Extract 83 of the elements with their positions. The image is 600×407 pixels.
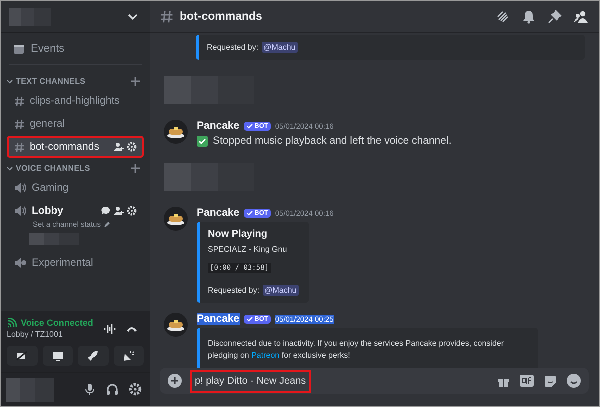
check-icon	[246, 316, 253, 322]
signal-icon	[7, 318, 17, 328]
camera-off-button[interactable]	[7, 346, 38, 366]
channel-name: bot-commands	[30, 141, 100, 153]
speaker-icon	[14, 182, 27, 194]
chevron-down-icon[interactable]	[7, 80, 13, 84]
channel-name: Gaming	[32, 182, 70, 194]
patreon-link[interactable]: Patreon	[252, 351, 280, 360]
pancake-avatar[interactable]	[164, 313, 188, 337]
pencil-icon[interactable]	[104, 222, 110, 228]
settings-icon[interactable]	[129, 383, 142, 396]
check-emoji-icon	[197, 136, 208, 146]
pin-icon[interactable]	[548, 10, 562, 24]
check-icon	[246, 124, 253, 128]
gif-icon[interactable]	[520, 375, 534, 387]
hash-icon	[14, 118, 25, 130]
settings-icon[interactable]	[127, 142, 137, 152]
category-header[interactable]: VOICE CHANNELS	[16, 164, 90, 173]
message-text: Stopped music playback and left the voice channel.	[213, 135, 452, 147]
channel-item[interactable]: bot-commands	[7, 136, 144, 158]
requested-label: Requested by:	[207, 43, 259, 52]
embed-title: Now Playing	[208, 229, 268, 240]
members-icon[interactable]	[574, 10, 589, 24]
voice-status: Voice Connected	[21, 318, 94, 328]
stage-icon	[14, 257, 27, 269]
embed-description: Disconnected due to inactivity. If you enjoy the services Pancake provides, consider pledging on Patreon for exclusive perks!	[208, 338, 506, 362]
screen-share-button[interactable]	[42, 346, 73, 366]
channel-name: Lobby	[32, 205, 64, 217]
channel-item[interactable]: Lobby	[7, 200, 144, 222]
input-value: p! play Ditto - New Jeans	[190, 370, 312, 392]
chevron-down-icon	[128, 14, 138, 20]
voice-location[interactable]: Lobby / TZ1001	[7, 330, 94, 339]
author-name[interactable]: Pancake	[197, 313, 240, 325]
check-icon	[246, 210, 253, 216]
requested-label: Requested by:	[208, 286, 260, 295]
pancake-avatar[interactable]	[164, 207, 188, 231]
channel-item[interactable]: general	[7, 113, 144, 135]
user-mention[interactable]: @Machu	[262, 42, 298, 53]
hash-icon	[14, 96, 25, 106]
chat-bubble-icon[interactable]	[101, 206, 111, 216]
headphones-icon[interactable]	[106, 383, 119, 396]
rocket-icon	[87, 350, 100, 362]
hash-icon	[14, 142, 25, 152]
channel-item[interactable]: Experimental	[7, 252, 144, 274]
hash-icon	[160, 10, 174, 24]
bell-icon[interactable]	[522, 10, 536, 24]
add-person-icon[interactable]	[114, 142, 124, 152]
channel-name: Experimental	[32, 257, 94, 269]
track-name: SPECIALZ - King Gnu	[208, 245, 288, 254]
channel-item[interactable]: Gaming	[7, 177, 144, 199]
channel-name: clips-and-highlights	[30, 95, 121, 107]
plus-circle-icon[interactable]	[168, 374, 182, 388]
waveform-icon[interactable]	[104, 322, 116, 334]
emoji-icon[interactable]	[567, 374, 581, 388]
soundboard-icon	[122, 350, 135, 362]
chevron-down-icon[interactable]	[7, 166, 13, 170]
channel-item[interactable]: clips-and-highlights	[7, 90, 144, 112]
plus-icon[interactable]	[131, 77, 140, 86]
message-input[interactable]: p! play Ditto - New Jeans	[160, 368, 589, 394]
soundboard-button[interactable]	[114, 346, 144, 366]
author-name[interactable]: Pancake	[197, 207, 240, 219]
channel-name: general	[30, 118, 66, 130]
blurred-user	[6, 378, 54, 402]
speaker-icon	[14, 205, 27, 217]
rocket-button[interactable]	[78, 346, 108, 366]
calendar-icon	[13, 43, 25, 55]
add-person-icon[interactable]	[114, 206, 124, 216]
category-header[interactable]: TEXT CHANNELS	[16, 77, 86, 86]
plus-icon[interactable]	[131, 164, 140, 173]
monitor-icon	[52, 351, 64, 361]
blurred-server-name	[9, 8, 51, 26]
events-item[interactable]: Events	[7, 39, 144, 59]
threads-icon[interactable]	[496, 10, 510, 24]
pancake-avatar[interactable]	[164, 120, 188, 144]
camera-off-icon	[16, 351, 28, 361]
settings-icon[interactable]	[127, 206, 137, 216]
microphone-icon[interactable]	[84, 383, 96, 396]
hang-up-icon[interactable]	[126, 324, 138, 332]
user-mention[interactable]: @Machu	[262, 285, 299, 296]
blurred-member	[29, 233, 79, 245]
sticker-icon[interactable]	[544, 374, 557, 388]
channel-title: bot-commands	[180, 10, 264, 22]
author-name[interactable]: Pancake	[197, 120, 240, 132]
